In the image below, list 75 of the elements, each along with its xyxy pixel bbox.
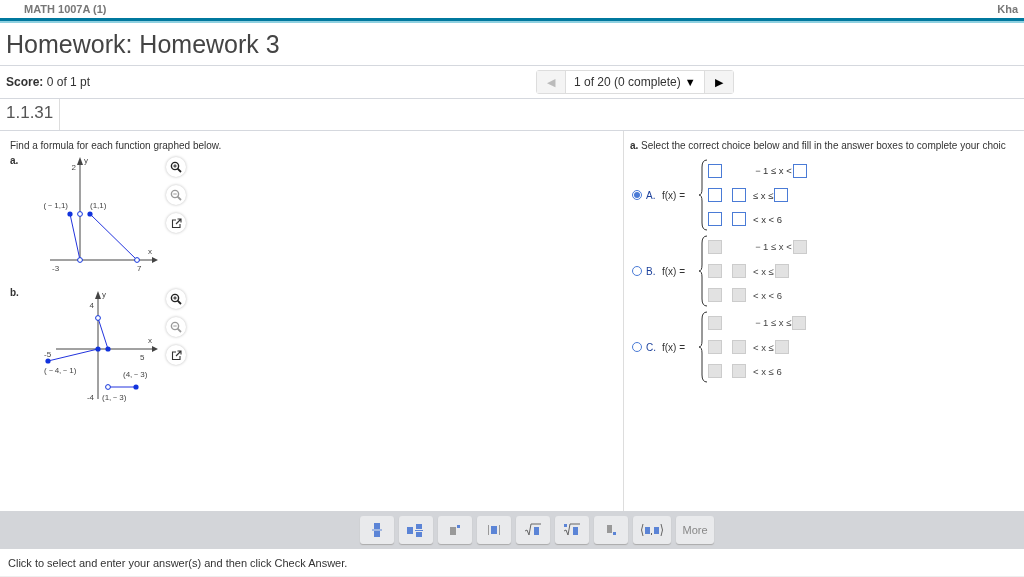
point-label: (－1,1) <box>43 201 68 210</box>
tick-label: 7 <box>137 264 142 273</box>
ordered-pair-icon <box>639 522 666 538</box>
zoom-in-button[interactable] <box>166 289 186 309</box>
choice-letter: C. <box>646 341 657 353</box>
tick-label: -3 <box>52 264 60 273</box>
tick-label: 2 <box>71 163 76 172</box>
tick-label: 5 <box>140 353 145 362</box>
point-label: (1,－3) <box>102 393 127 402</box>
axis-label: x <box>148 336 152 345</box>
question-number: 1.1.31 <box>0 99 61 130</box>
math-tool-button[interactable] <box>633 516 672 544</box>
axis-label: y <box>102 290 106 299</box>
answer-box[interactable] <box>792 164 807 178</box>
condition-text: －1 ≤ x ≤ <box>752 316 793 330</box>
function-label: f(x) = <box>662 265 687 277</box>
user-name: Kha <box>997 3 1018 15</box>
course-name: MATH 1007A (1) <box>24 3 107 15</box>
zoom-out-button[interactable] <box>166 185 186 205</box>
choice-letter: B. <box>646 265 657 277</box>
condition-text: < x ≤ <box>752 341 775 353</box>
zoom-in-icon <box>170 161 182 173</box>
score-text: Score: 0 of 1 pt <box>6 75 92 89</box>
answer-box[interactable] <box>708 212 722 226</box>
question-prompt: Find a formula for each function graphed below. <box>10 140 223 151</box>
answer-box[interactable] <box>774 188 789 202</box>
math-tool-button[interactable] <box>516 516 551 544</box>
math-tool-button[interactable] <box>594 516 629 544</box>
condition-text: < x < 6 <box>752 213 784 225</box>
condition-text: ≤ x ≤ <box>752 189 775 201</box>
choice-letter: A. <box>646 189 657 201</box>
question-dropdown[interactable]: 1 of 20 (0 complete) ▼ <box>566 71 705 93</box>
part-label: a. <box>10 155 20 168</box>
tick-label: -4 <box>86 393 94 402</box>
math-tool-button[interactable] <box>555 516 590 544</box>
answer-box[interactable] <box>708 164 722 178</box>
popout-icon <box>170 349 182 361</box>
point-label: (－4,－1) <box>44 366 77 375</box>
axis-label: x <box>148 247 152 256</box>
brace-icon <box>698 311 708 383</box>
brace-icon <box>698 235 708 307</box>
answer-box[interactable] <box>732 212 746 226</box>
next-button[interactable]: ▶ <box>704 71 733 93</box>
status-text: Click to select and enter your answer(s) and then click Check Answer. <box>0 549 1024 577</box>
answer-box[interactable] <box>732 188 746 202</box>
radio-button[interactable] <box>632 190 642 200</box>
function-label: f(x) = <box>662 341 687 353</box>
zoom-in-icon <box>170 293 182 305</box>
zoom-in-button[interactable] <box>166 157 186 177</box>
condition-text: －1 ≤ x < <box>752 164 793 178</box>
zoom-out-icon <box>170 189 182 201</box>
zoom-out-button[interactable] <box>166 317 186 337</box>
function-label: f(x) = <box>662 189 687 201</box>
tick-label: 4 <box>89 301 94 310</box>
condition-text: < x ≤ 6 <box>752 365 783 377</box>
brace-icon <box>698 159 708 231</box>
condition-text: < x ≤ <box>752 265 775 277</box>
popout-icon <box>170 217 182 229</box>
math-tool-button[interactable] <box>399 516 434 544</box>
condition-text: < x < 6 <box>752 289 784 301</box>
math-tool-button[interactable] <box>438 516 473 544</box>
open-graph-button[interactable] <box>166 213 186 233</box>
point-label: (1,1) <box>90 201 107 210</box>
instruction-text: a. Select the correct choice below and fill in the answer boxes to complete your choic <box>630 140 1007 151</box>
part-label: b. <box>10 287 20 300</box>
tick-label: -5 <box>44 350 52 359</box>
math-tool-button[interactable] <box>360 516 395 544</box>
zoom-out-icon <box>170 321 182 333</box>
math-tool-button[interactable] <box>477 516 512 544</box>
answer-box[interactable] <box>708 188 722 202</box>
page-title: Homework: Homework 3 <box>0 23 1024 66</box>
open-graph-button[interactable] <box>166 345 186 365</box>
condition-text: －1 ≤ x < <box>752 240 793 254</box>
point-label: (4,－3) <box>123 370 148 379</box>
axis-label: y <box>84 156 88 165</box>
